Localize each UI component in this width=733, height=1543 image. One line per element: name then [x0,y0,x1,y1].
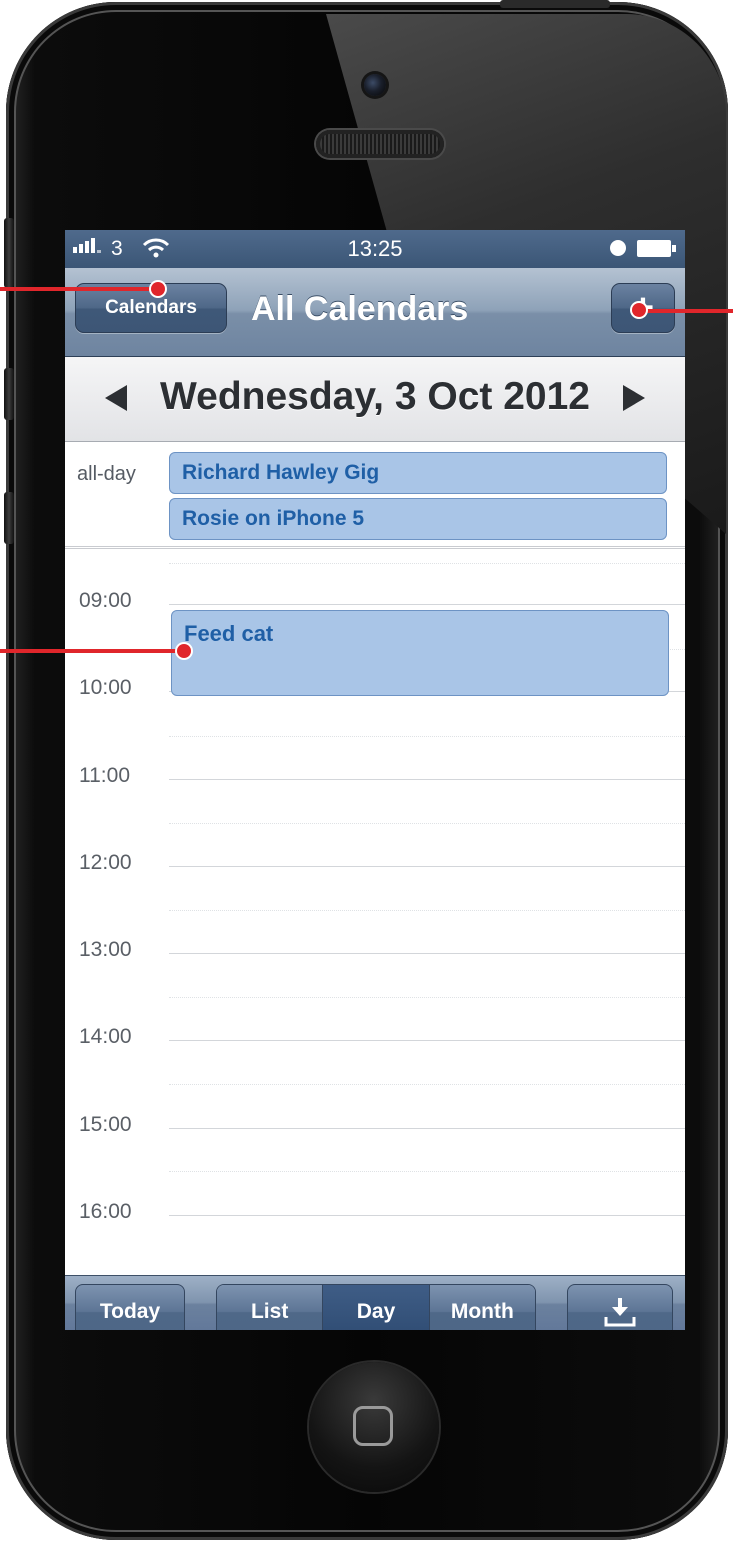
front-camera [364,74,386,96]
earpiece-speaker [316,130,444,158]
alarm-clock-icon [610,240,626,256]
current-date: Wednesday, 3 Oct 2012 [160,375,590,418]
view-segmented-control: List Day Month [216,1284,536,1330]
hour-label: 13:00 [79,938,132,961]
sleep-wake-button [500,0,610,8]
hour-line [169,866,685,867]
all-day-section: all-day Richard Hawley Gig Rosie on iPho… [65,442,685,549]
day-timeline[interactable]: 09:00 10:00 11:00 12:00 13:00 14:00 15:0… [65,549,685,1275]
hour-label: 10:00 [79,676,132,699]
callout-dot-event [177,644,191,658]
half-hour-line [169,1171,685,1172]
segment-month[interactable]: Month [429,1285,535,1330]
bottom-toolbar: Today List Day Month [65,1275,685,1330]
inbox-button[interactable] [567,1284,673,1330]
hour-label: 11:00 [79,764,130,787]
half-hour-line [169,563,685,564]
hour-line [169,953,685,954]
all-day-label: all-day [77,463,136,485]
callout-line-add [640,309,733,313]
timed-event[interactable]: Feed cat [171,610,669,696]
home-button[interactable] [309,1362,439,1492]
hour-label: 16:00 [79,1200,132,1223]
home-square-icon [353,1406,393,1446]
next-day-icon[interactable] [623,385,645,411]
all-day-event[interactable]: Rosie on iPhone 5 [169,498,667,540]
photo-stage: 3 13:25 Calendars All Calendars + Wednes… [0,0,733,1543]
hour-label: 09:00 [79,589,132,612]
hour-label: 12:00 [79,851,132,874]
callout-dot-calendars [151,282,165,296]
volume-down-button [4,492,14,544]
calendar-screen: 3 13:25 Calendars All Calendars + Wednes… [65,230,685,1330]
callout-dot-add [632,303,646,317]
page-title: All Calendars [251,290,469,328]
hour-line [169,604,685,605]
status-time: 13:25 [347,236,403,261]
hour-line [169,1215,685,1216]
today-button[interactable]: Today [75,1284,185,1330]
hour-line [169,1128,685,1129]
status-bar: 3 13:25 [65,230,685,268]
callout-line-calendars [0,287,158,291]
date-header: Wednesday, 3 Oct 2012 [65,357,685,442]
all-day-event[interactable]: Richard Hawley Gig [169,452,667,494]
segment-list[interactable]: List [217,1285,324,1330]
battery-tip [672,245,676,252]
hour-label: 15:00 [79,1113,132,1136]
hour-label: 14:00 [79,1025,132,1048]
half-hour-line [169,823,685,824]
hour-line [169,1040,685,1041]
hour-line [169,779,685,780]
half-hour-line [169,997,685,998]
mute-switch [4,218,14,288]
volume-up-button [4,368,14,420]
half-hour-line [169,736,685,737]
half-hour-line [169,1084,685,1085]
battery-icon [637,240,671,257]
download-tray-icon [604,1297,636,1326]
half-hour-line [169,910,685,911]
callout-line-event [0,649,184,653]
segment-day[interactable]: Day [323,1285,430,1330]
